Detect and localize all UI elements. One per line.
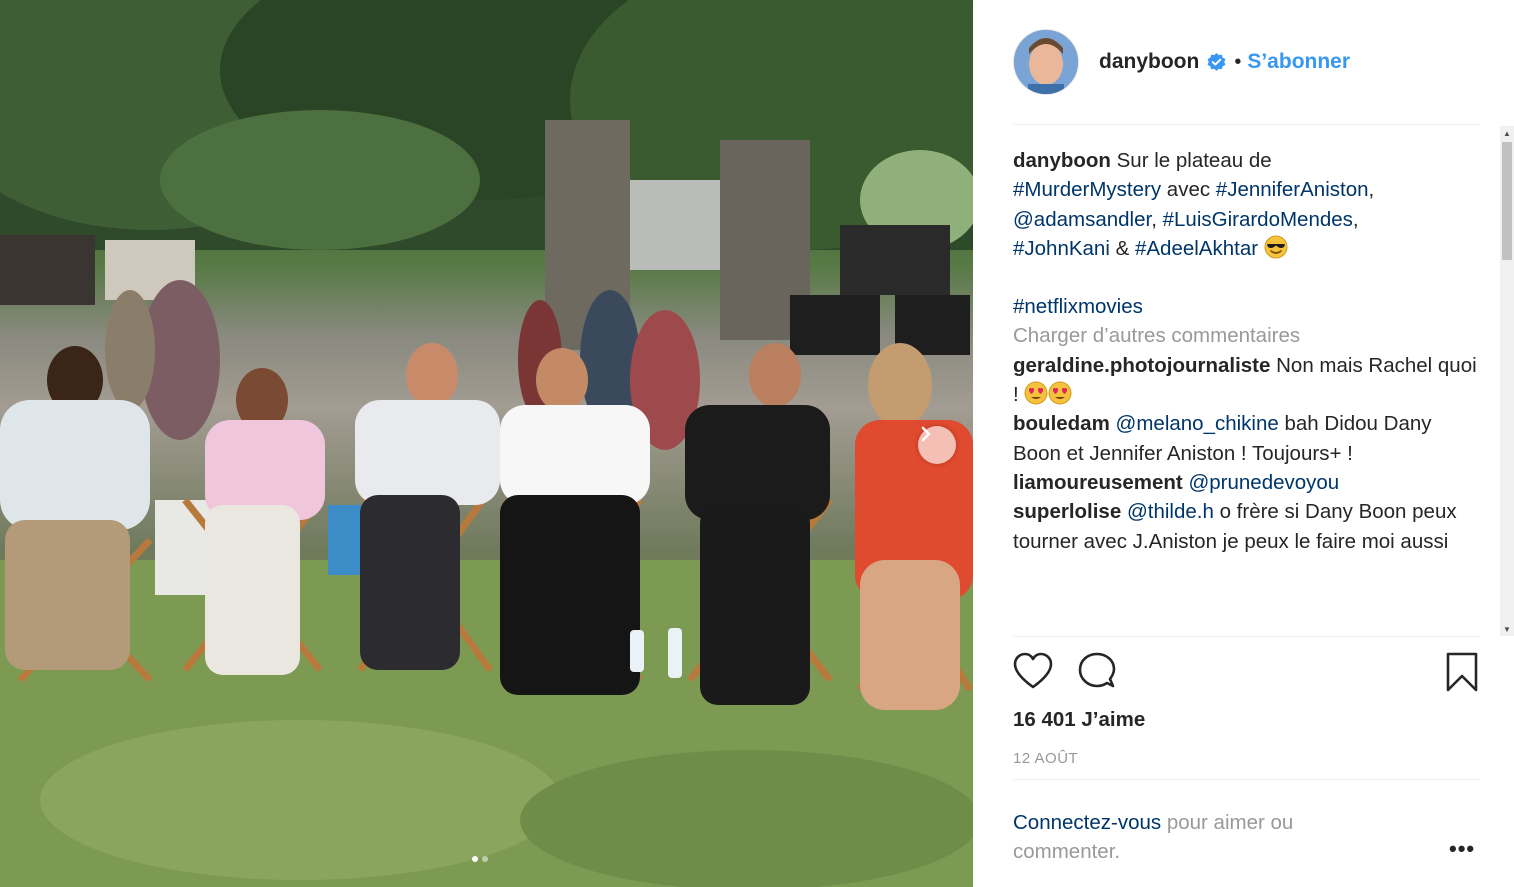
scrollbar-thumb[interactable]: [1502, 142, 1512, 260]
post-actions: [1013, 652, 1479, 696]
comment-username[interactable]: geraldine.photojournaliste: [1013, 354, 1270, 377]
comment-item: superlolise @thilde.h o frère si Dany Bo…: [1013, 497, 1479, 556]
caption-text: ,: [1352, 207, 1359, 231]
carousel-next-button[interactable]: [918, 426, 956, 464]
mention-link[interactable]: @prunedevoyou: [1188, 471, 1339, 494]
comment-username[interactable]: superlolise: [1013, 500, 1121, 523]
heart-eyes-emoji-icon: [1048, 381, 1072, 405]
like-count[interactable]: 16 401 J’aime: [1013, 708, 1145, 732]
divider: [1013, 636, 1479, 637]
more-options-button[interactable]: •••: [1449, 836, 1475, 862]
divider: [1013, 124, 1479, 125]
comments-list: danyboon Sur le plateau de #MurderMyster…: [1013, 146, 1479, 634]
comment-username[interactable]: liamoureusement: [1013, 471, 1183, 494]
post-photo[interactable]: [0, 0, 973, 887]
caption-text: ,: [1368, 178, 1375, 202]
hashtag-link[interactable]: #JohnKani: [1013, 237, 1110, 260]
comment-item: liamoureusement @prunedevoyou: [1013, 468, 1479, 497]
divider: [1013, 779, 1479, 780]
header-separator: •: [1234, 50, 1242, 73]
comment-item: geraldine.photojournaliste Non mais Rach…: [1013, 351, 1479, 410]
caption-text: Sur le plateau de: [1110, 149, 1272, 172]
caption-text: ,: [1151, 207, 1163, 231]
load-more-comments-button[interactable]: Charger d’autres commentaires: [1013, 321, 1479, 350]
hashtag-link[interactable]: #LuisGirardoMendes: [1163, 208, 1353, 231]
follow-button[interactable]: S’abonner: [1247, 50, 1350, 74]
header-username[interactable]: danyboon: [1099, 50, 1199, 74]
carousel-dot: [482, 856, 488, 862]
like-button[interactable]: [1013, 652, 1053, 697]
mention-link[interactable]: @adamsandler: [1013, 208, 1151, 231]
chevron-right-icon: [921, 426, 931, 442]
post-sidebar: danyboon • S’abonner danyboon Sur le pla…: [973, 0, 1514, 887]
avatar[interactable]: [1013, 29, 1079, 95]
scrollbar[interactable]: ▲ ▼: [1500, 126, 1514, 636]
caption-text: avec: [1161, 178, 1216, 202]
comment-username[interactable]: bouledam: [1013, 412, 1110, 435]
bookmark-icon: [1446, 652, 1478, 692]
comment-item: bouledam @melano_chikine bah Didou Dany …: [1013, 409, 1479, 468]
login-link[interactable]: Connectez-vous: [1013, 811, 1161, 834]
scroll-down-arrow-icon[interactable]: ▼: [1500, 622, 1514, 636]
carousel-indicator: [472, 856, 488, 862]
heart-eyes-emoji-icon: [1024, 381, 1048, 405]
photo-illustration: [0, 0, 973, 887]
avatar-image: [1014, 30, 1078, 94]
caption-text: &: [1109, 236, 1135, 260]
verified-badge-icon: [1207, 52, 1226, 71]
scroll-up-arrow-icon[interactable]: ▲: [1500, 126, 1514, 140]
caption-username[interactable]: danyboon: [1013, 149, 1111, 172]
hashtag-link[interactable]: #JenniferAniston: [1216, 178, 1369, 201]
comment-button[interactable]: [1077, 652, 1117, 697]
hashtag-link[interactable]: #AdeelAkhtar: [1135, 237, 1258, 260]
heart-icon: [1013, 652, 1053, 689]
post-date[interactable]: 12 AOÛT: [1013, 750, 1078, 767]
post-header: danyboon • S’abonner: [1013, 29, 1350, 95]
hashtag-link[interactable]: #MurderMystery: [1013, 178, 1161, 201]
hashtag-link[interactable]: #netflixmovies: [1013, 295, 1143, 318]
mention-link[interactable]: @thilde.h: [1127, 500, 1214, 523]
save-button[interactable]: [1445, 652, 1479, 697]
comment-bubble-icon: [1078, 652, 1116, 688]
caption: danyboon Sur le plateau de #MurderMyster…: [1013, 146, 1479, 263]
login-prompt: Connectez-vous pour aimer ou commenter.: [1013, 808, 1373, 866]
carousel-dot-active: [472, 856, 478, 862]
sunglasses-emoji-icon: [1264, 235, 1288, 259]
mention-link[interactable]: @melano_chikine: [1116, 412, 1279, 435]
